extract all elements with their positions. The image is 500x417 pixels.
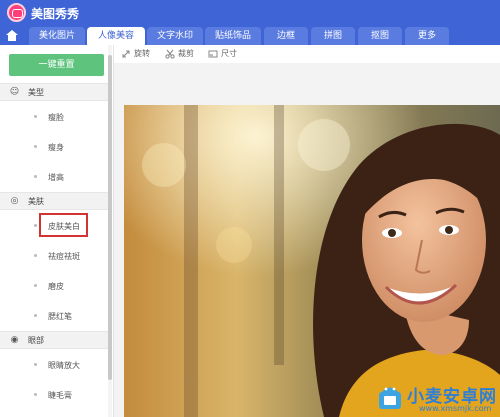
bullet-icon [34, 115, 37, 118]
home-icon[interactable] [4, 29, 20, 43]
sidebar-item-smoothing[interactable]: 磨皮 [0, 271, 110, 301]
sidebar-item-heighten[interactable]: 增高 [0, 162, 110, 192]
sidebar-item-label: 祛痘祛斑 [48, 252, 80, 261]
smile-face-icon: ☺ [9, 87, 20, 97]
tab-more[interactable]: 更多 [405, 27, 449, 45]
bullet-icon [34, 314, 37, 317]
sidebar-item-eye-enlarge[interactable]: 眼睛放大 [0, 350, 110, 380]
tab-stickers[interactable]: 贴纸饰品 [205, 27, 261, 45]
bullet-icon [34, 363, 37, 366]
resize-icon [208, 50, 218, 57]
sidebar-item-label: 瘦身 [48, 143, 64, 152]
site-watermark: 小麦安卓网 www.xmsmjk.com [375, 381, 498, 415]
rotate-button[interactable]: 旋转 [121, 48, 150, 60]
image-canvas[interactable] [114, 63, 500, 417]
bullet-icon [34, 175, 37, 178]
sidebar-item-blush[interactable]: 腮红笔 [0, 301, 110, 331]
tab-text-watermark[interactable]: 文字水印 [147, 27, 203, 45]
watermark-url: www.xmsmjk.com [419, 404, 492, 413]
section-label: 美肤 [28, 197, 44, 206]
app-title: 美图秀秀 [31, 7, 80, 21]
bullet-icon [34, 224, 37, 227]
sidebar-item-acne-removal[interactable]: 祛痘祛斑 [0, 241, 110, 271]
crop-button[interactable]: 裁剪 [165, 48, 194, 60]
bullet-icon [34, 145, 37, 148]
bullet-icon [34, 284, 37, 287]
tab-collage[interactable]: 拼图 [311, 27, 355, 45]
tab-cutout[interactable]: 抠图 [358, 27, 402, 45]
main-tab-bar: 美化图片 人像美容 文字水印 贴纸饰品 边框 拼图 抠图 更多 [0, 27, 500, 45]
portrait-photo [124, 105, 500, 417]
title-bar: 美图秀秀 [0, 0, 500, 27]
sidebar-item-label: 磨皮 [48, 282, 64, 291]
size-button[interactable]: 尺寸 [208, 48, 237, 60]
rotate-icon [122, 50, 130, 57]
tab-portrait[interactable]: 人像美容 [87, 27, 145, 45]
sidebar: 一键重置 ☺ 美型 瘦脸 瘦身 增高 ◎ 美肤 皮肤美白 祛痘祛斑 磨皮 腮红笔… [0, 45, 114, 417]
sidebar-item-label: 皮肤美白 [48, 222, 80, 231]
scrollbar-thumb[interactable] [108, 55, 112, 380]
section-label: 眼部 [28, 336, 44, 345]
section-header-shape[interactable]: ☺ 美型 [0, 83, 110, 101]
bullet-icon [34, 254, 37, 257]
android-logo-icon [379, 387, 401, 409]
bullet-icon [34, 393, 37, 396]
section-header-skin[interactable]: ◎ 美肤 [0, 192, 110, 210]
sidebar-item-label: 腮红笔 [48, 312, 72, 321]
sidebar-item-label: 增高 [48, 173, 64, 182]
app-logo-icon [7, 3, 26, 22]
image-toolbar: 旋转 裁剪 尺寸 [114, 45, 500, 63]
portrait-photo-art [124, 105, 500, 417]
sidebar-item-label: 睫毛膏 [48, 391, 72, 400]
sidebar-item-slim-face[interactable]: 瘦脸 [0, 102, 110, 132]
sidebar-item-label: 眼睛放大 [48, 361, 80, 370]
skin-icon: ◎ [10, 196, 19, 206]
sidebar-item-label: 瘦脸 [48, 113, 64, 122]
sidebar-item-mascara[interactable]: 睫毛膏 [0, 380, 110, 410]
tab-beautify[interactable]: 美化图片 [29, 27, 85, 45]
tab-border[interactable]: 边框 [264, 27, 308, 45]
sidebar-item-slim-body[interactable]: 瘦身 [0, 132, 110, 162]
section-label: 美型 [28, 88, 44, 97]
section-header-eyes[interactable]: ◉ 眼部 [0, 331, 110, 349]
eye-icon: ◉ [10, 335, 19, 345]
reset-all-button[interactable]: 一键重置 [9, 54, 104, 76]
scissors-icon [165, 49, 175, 59]
sidebar-scrollbar[interactable] [108, 45, 112, 417]
sidebar-item-skin-whitening[interactable]: 皮肤美白 [0, 211, 110, 241]
